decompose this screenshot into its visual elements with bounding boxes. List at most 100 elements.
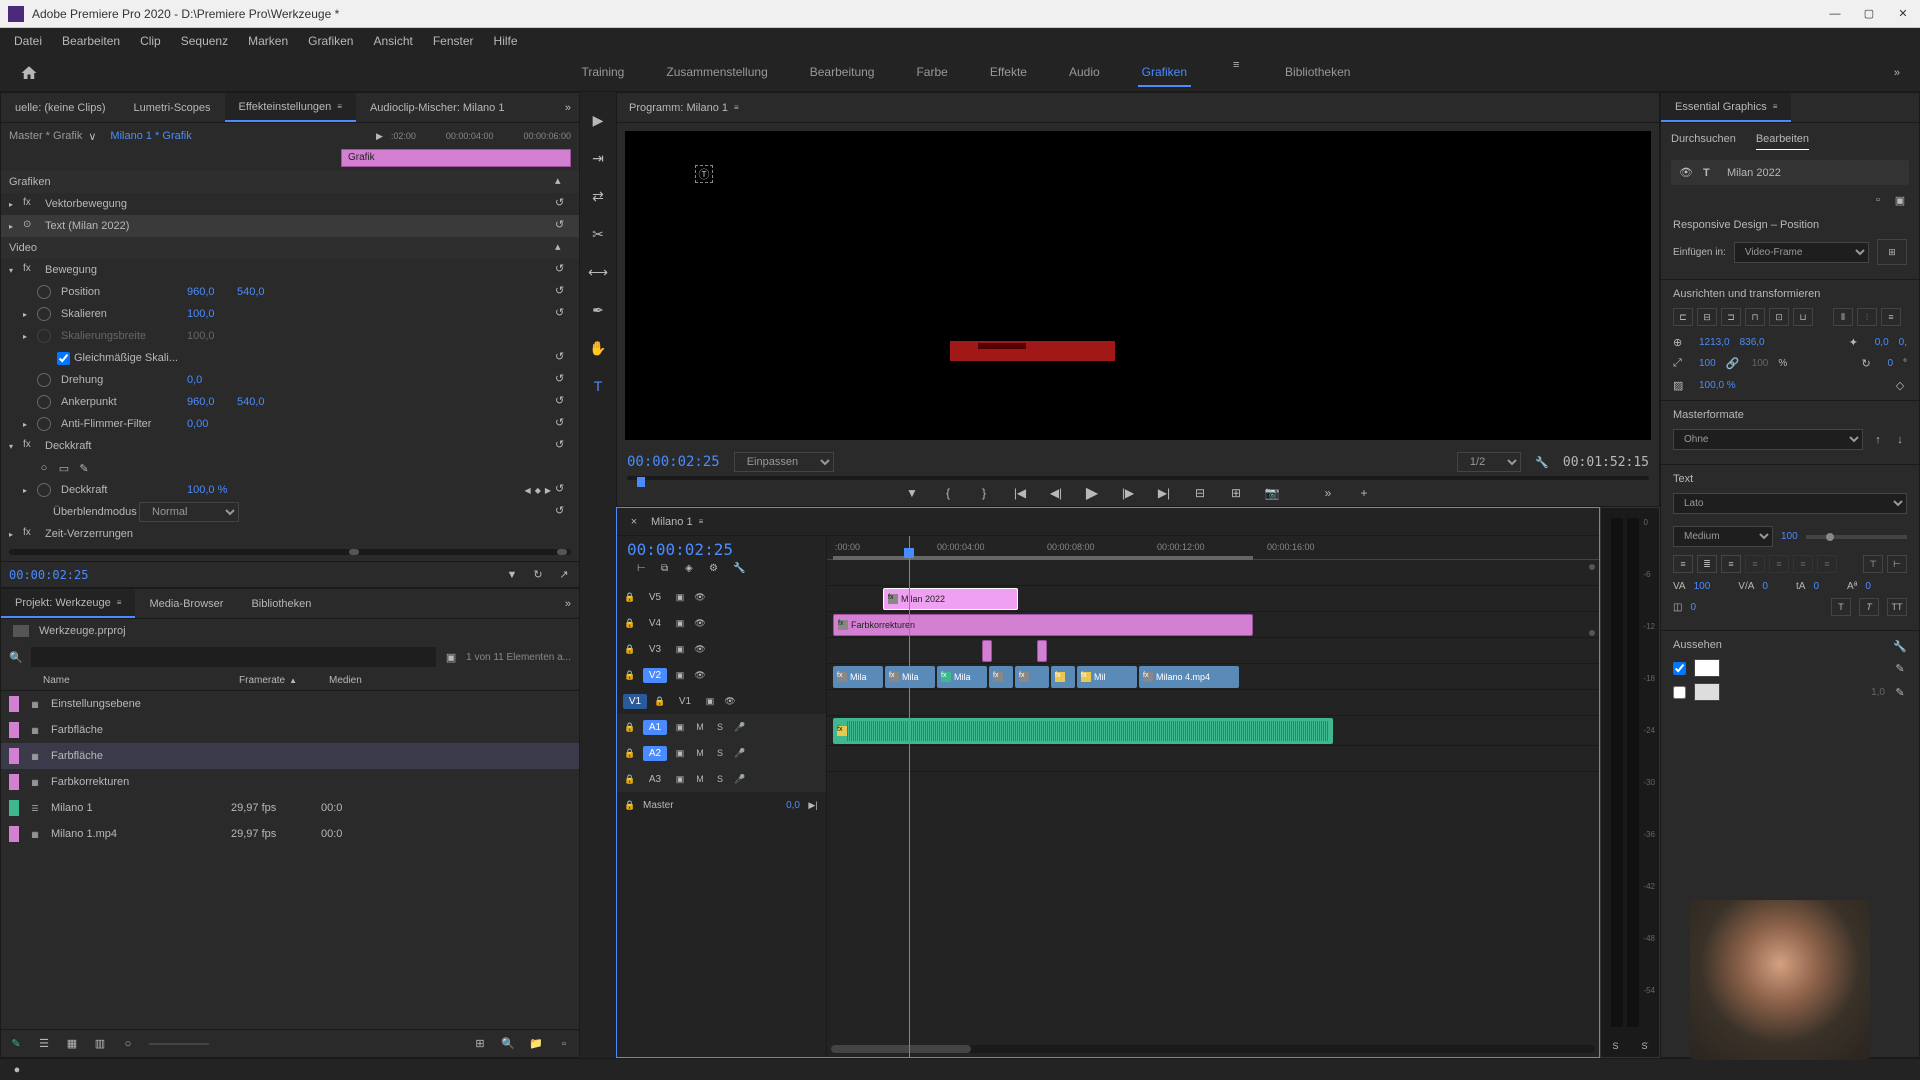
voice-a1-icon[interactable]: 🎤 <box>733 720 747 734</box>
effect-text[interactable]: Text (Milan 2022) <box>41 220 171 232</box>
faux-bold-icon[interactable]: T <box>1831 598 1851 616</box>
eg-pos-y[interactable]: 836,0 <box>1740 337 1765 348</box>
toggle-v3-icon[interactable]: ▣ <box>673 642 687 656</box>
menu-bearbeiten[interactable]: Bearbeiten <box>52 30 130 52</box>
clip-farbkorrekturen[interactable]: fx Farbkorrekturen <box>833 614 1253 636</box>
freeform-view-icon[interactable]: ▥ <box>93 1037 107 1051</box>
project-item-5[interactable]: ▦ Milano 1.mp4 29,97 fps 00:0 <box>1 821 579 847</box>
reset-bewegung-icon[interactable]: ↺ <box>555 262 571 278</box>
timeline-ruler[interactable]: :00:00 00:00:04:00 00:00:08:00 00:00:12:… <box>827 536 1599 560</box>
eg-menu-icon[interactable]: ≡ <box>1773 102 1778 111</box>
track-header-a1[interactable]: 🔒 A1 ▣ M S 🎤 <box>617 714 826 740</box>
uniform-scale-checkbox[interactable] <box>57 352 70 365</box>
scale-value[interactable]: 100,0 <box>187 308 237 320</box>
voice-a3-icon[interactable]: 🎤 <box>733 772 747 786</box>
reset-scale-icon[interactable]: ↺ <box>555 306 571 322</box>
eg-opacity[interactable]: 100,0 % <box>1699 380 1736 391</box>
new-bin-icon[interactable]: 📁 <box>529 1037 543 1051</box>
eye-v5-icon[interactable]: 👁 <box>693 590 707 604</box>
wrench-icon[interactable]: 🔧 <box>733 563 747 577</box>
export-frame-button[interactable]: 📷 <box>1263 484 1281 502</box>
add-button-icon[interactable]: + <box>1355 484 1373 502</box>
eg-pos-x[interactable]: 1213,0 <box>1699 337 1730 348</box>
clip-v1-1[interactable]: fxMila <box>833 666 883 688</box>
loop-icon[interactable]: ↻ <box>531 568 545 582</box>
timeline-timecode[interactable]: 00:00:02:25 <box>627 540 816 559</box>
tab-libraries[interactable]: Bibliotheken <box>237 589 325 618</box>
selection-tool[interactable]: ▶ <box>586 108 610 132</box>
toggle-a1-icon[interactable]: ▣ <box>673 720 687 734</box>
zoom-slider-thumb-icon[interactable]: ○ <box>121 1037 135 1051</box>
reset-uniform-icon[interactable]: ↺ <box>555 350 571 366</box>
menu-datei[interactable]: Datei <box>4 30 52 52</box>
menu-clip[interactable]: Clip <box>130 30 171 52</box>
clip-v1-5[interactable]: fx <box>1015 666 1049 688</box>
ripple-edit-tool[interactable]: ⇄ <box>586 184 610 208</box>
section-video-collapse-icon[interactable]: ▴ <box>555 240 571 256</box>
program-scrubber[interactable] <box>627 476 1649 480</box>
anchor-x[interactable]: 960,0 <box>187 396 237 408</box>
align-right-icon[interactable]: ⊐ <box>1721 308 1741 326</box>
tracking-value[interactable]: 100 <box>1694 581 1711 592</box>
twirl-scalewidth[interactable]: ▸ <box>23 332 37 341</box>
project-search-input[interactable] <box>31 647 436 667</box>
tab-audio-mixer[interactable]: Audioclip-Mischer: Milano 1 <box>356 93 519 122</box>
track-v3[interactable]: fx Farbkorrekturen <box>827 612 1599 638</box>
stroke-checkbox[interactable] <box>1673 686 1686 699</box>
lock-a2-icon[interactable]: 🔒 <box>623 746 637 760</box>
button-editor-icon[interactable]: » <box>1319 484 1337 502</box>
lock-v2-icon[interactable]: 🔒 <box>623 668 637 682</box>
menu-marken[interactable]: Marken <box>238 30 298 52</box>
red-lower-third[interactable] <box>950 341 1115 361</box>
stroke-color-swatch[interactable] <box>1694 683 1720 701</box>
col-framerate[interactable]: Framerate ▲ <box>239 675 329 686</box>
mask-pen-icon[interactable]: ✎ <box>77 461 91 475</box>
eg-scale[interactable]: 100 <box>1699 358 1716 369</box>
master-style-dropdown[interactable]: Ohne <box>1673 429 1863 450</box>
align-hcenter-icon[interactable]: ⊟ <box>1697 308 1717 326</box>
razor-tool[interactable]: ✂ <box>586 222 610 246</box>
new-item-icon[interactable]: ▫ <box>557 1037 571 1051</box>
stroke-eyedropper-icon[interactable]: ✎ <box>1893 685 1907 699</box>
faux-italic-icon[interactable]: T <box>1859 598 1879 616</box>
master-value[interactable]: 0,0 <box>786 800 800 811</box>
menu-sequenz[interactable]: Sequenz <box>171 30 238 52</box>
lock-v4-icon[interactable]: 🔒 <box>623 616 637 630</box>
scrub-handle[interactable] <box>637 477 645 487</box>
rotation-value[interactable]: 0,0 <box>187 374 237 386</box>
track-header-v4[interactable]: 🔒 V4 ▣ 👁 <box>617 610 826 636</box>
type-tool[interactable]: T <box>586 374 610 398</box>
position-y[interactable]: 540,0 <box>237 286 287 298</box>
all-caps-icon[interactable]: TT <box>1887 598 1907 616</box>
workspace-training[interactable]: Training <box>577 59 628 87</box>
stopwatch-rotation[interactable] <box>37 373 51 387</box>
clip-v1-4[interactable]: fx <box>989 666 1013 688</box>
track-v2[interactable] <box>827 638 1599 664</box>
toggle-v2-icon[interactable]: ▣ <box>673 668 687 682</box>
auto-sequence-icon[interactable]: ⊞ <box>473 1037 487 1051</box>
pen-tool[interactable]: ✒ <box>586 298 610 322</box>
workspace-graphics[interactable]: Grafiken <box>1138 59 1191 87</box>
project-item-0[interactable]: ▦ Einstellungsebene <box>1 691 579 717</box>
go-to-out-button[interactable]: ▶| <box>1155 484 1173 502</box>
mark-in-button[interactable]: { <box>939 484 957 502</box>
tab-source[interactable]: uelle: (keine Clips) <box>1 93 119 122</box>
fx-opacity-icon[interactable]: fx <box>23 439 37 453</box>
mask-rect-icon[interactable]: ▭ <box>57 461 71 475</box>
track-a3[interactable] <box>827 746 1599 772</box>
lock-v3-icon[interactable]: 🔒 <box>623 642 637 656</box>
antiflicker-value[interactable]: 0,00 <box>187 418 237 430</box>
stopwatch-anchor[interactable] <box>37 395 51 409</box>
play-button[interactable]: ▶ <box>1083 484 1101 502</box>
sequence-name[interactable]: Milano 1 <box>651 516 693 528</box>
snap-icon[interactable]: ⊢ <box>637 563 651 577</box>
eye-v3-icon[interactable]: 👁 <box>693 642 707 656</box>
clip-milan-2022[interactable]: fx Milan 2022 <box>883 588 1018 610</box>
resolution-dropdown[interactable]: 1/2 <box>1457 452 1521 472</box>
reset-opacity-icon[interactable]: ↺ <box>555 438 571 454</box>
linked-selection-icon[interactable]: ⧉ <box>661 563 675 577</box>
opacity-keyframe-icon[interactable]: ◇ <box>1893 378 1907 392</box>
eg-layer-milan[interactable]: 👁 T Milan 2022 <box>1671 160 1909 185</box>
go-to-in-button[interactable]: |◀ <box>1011 484 1029 502</box>
eg-anchor-y[interactable]: 0, <box>1899 337 1907 348</box>
